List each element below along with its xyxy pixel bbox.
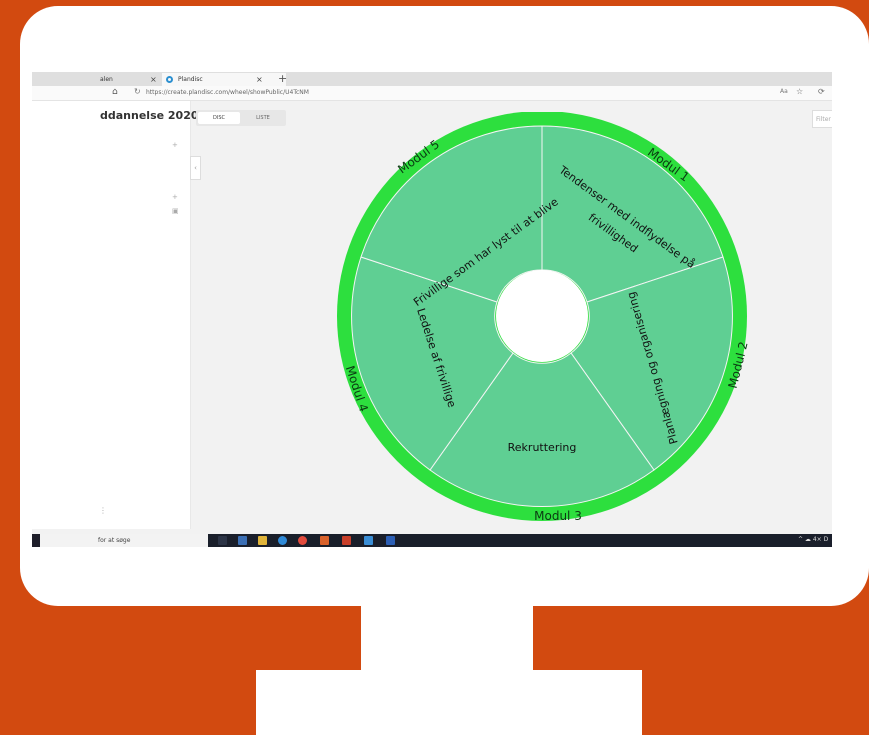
screen: alen × Plandisc × + ⌂ ↻ https://create.p… — [32, 72, 832, 547]
app-icon[interactable] — [238, 536, 247, 545]
monitor-stand-base — [256, 670, 642, 735]
wheel-center — [496, 270, 588, 362]
file-explorer-icon[interactable] — [258, 536, 267, 545]
outlook-icon[interactable] — [320, 536, 329, 545]
left-panel: ddannelse 2020 - + + ▣ ⋮ — [32, 101, 207, 529]
tab-1-label: alen — [100, 76, 113, 83]
start-area — [32, 534, 40, 547]
module-label-3: Modul 3 — [534, 509, 582, 523]
reader-mode-icon[interactable]: Aa — [780, 88, 788, 95]
monitor-stand-neck — [361, 606, 533, 670]
home-icon[interactable]: ⌂ — [112, 87, 118, 97]
system-tray: ^ ☁ 4× D — [798, 536, 829, 543]
settings-icon[interactable]: ▣ — [172, 207, 179, 215]
slice-3-label: Rekruttering — [508, 441, 577, 454]
taskbar: ^ ☁ 4× D — [208, 534, 832, 547]
list-view-button[interactable]: LISTE — [242, 112, 284, 124]
edge-icon[interactable] — [278, 536, 287, 545]
powerpoint-icon[interactable] — [342, 536, 351, 545]
word-icon[interactable] — [386, 536, 395, 545]
plandisc-wheel: Tendenser med indflydelse på frivillighe… — [337, 112, 751, 523]
task-view-icon[interactable] — [218, 536, 227, 545]
collections-icon[interactable]: ⟳ — [818, 87, 825, 96]
monitor-frame: alen × Plandisc × + ⌂ ↻ https://create.p… — [20, 6, 869, 606]
view-toggle: DISC LISTE — [196, 110, 286, 126]
chrome-icon[interactable] — [298, 536, 307, 545]
app-icon[interactable] — [364, 536, 373, 545]
page-title: ddannelse 2020 - — [100, 109, 207, 122]
new-tab-button[interactable]: + — [278, 72, 287, 85]
plandisc-logo-icon — [166, 76, 173, 83]
url-field[interactable]: https://create.plandisc.com/wheel/showPu… — [146, 89, 309, 96]
close-icon[interactable]: × — [150, 73, 157, 86]
dots-icon[interactable]: ⋮ — [99, 506, 107, 515]
add-icon[interactable]: + — [172, 141, 178, 149]
address-bar: ⌂ ↻ https://create.plandisc.com/wheel/sh… — [32, 86, 832, 101]
tab-strip: alen × Plandisc × + — [32, 72, 832, 86]
taskbar-search[interactable]: for at søge — [40, 534, 208, 547]
disc-view-button[interactable]: DISC — [198, 112, 240, 124]
add-icon[interactable]: + — [172, 193, 178, 201]
collapse-panel-button[interactable]: ‹ — [190, 156, 201, 180]
browser-tab-plandisc[interactable]: Plandisc × — [162, 73, 286, 86]
filter-input[interactable]: Filter — [812, 110, 832, 128]
favorite-star-icon[interactable]: ☆ — [796, 87, 803, 96]
tab-2-label: Plandisc — [178, 76, 203, 83]
refresh-icon[interactable]: ↻ — [134, 87, 141, 96]
close-icon[interactable]: × — [256, 73, 263, 86]
